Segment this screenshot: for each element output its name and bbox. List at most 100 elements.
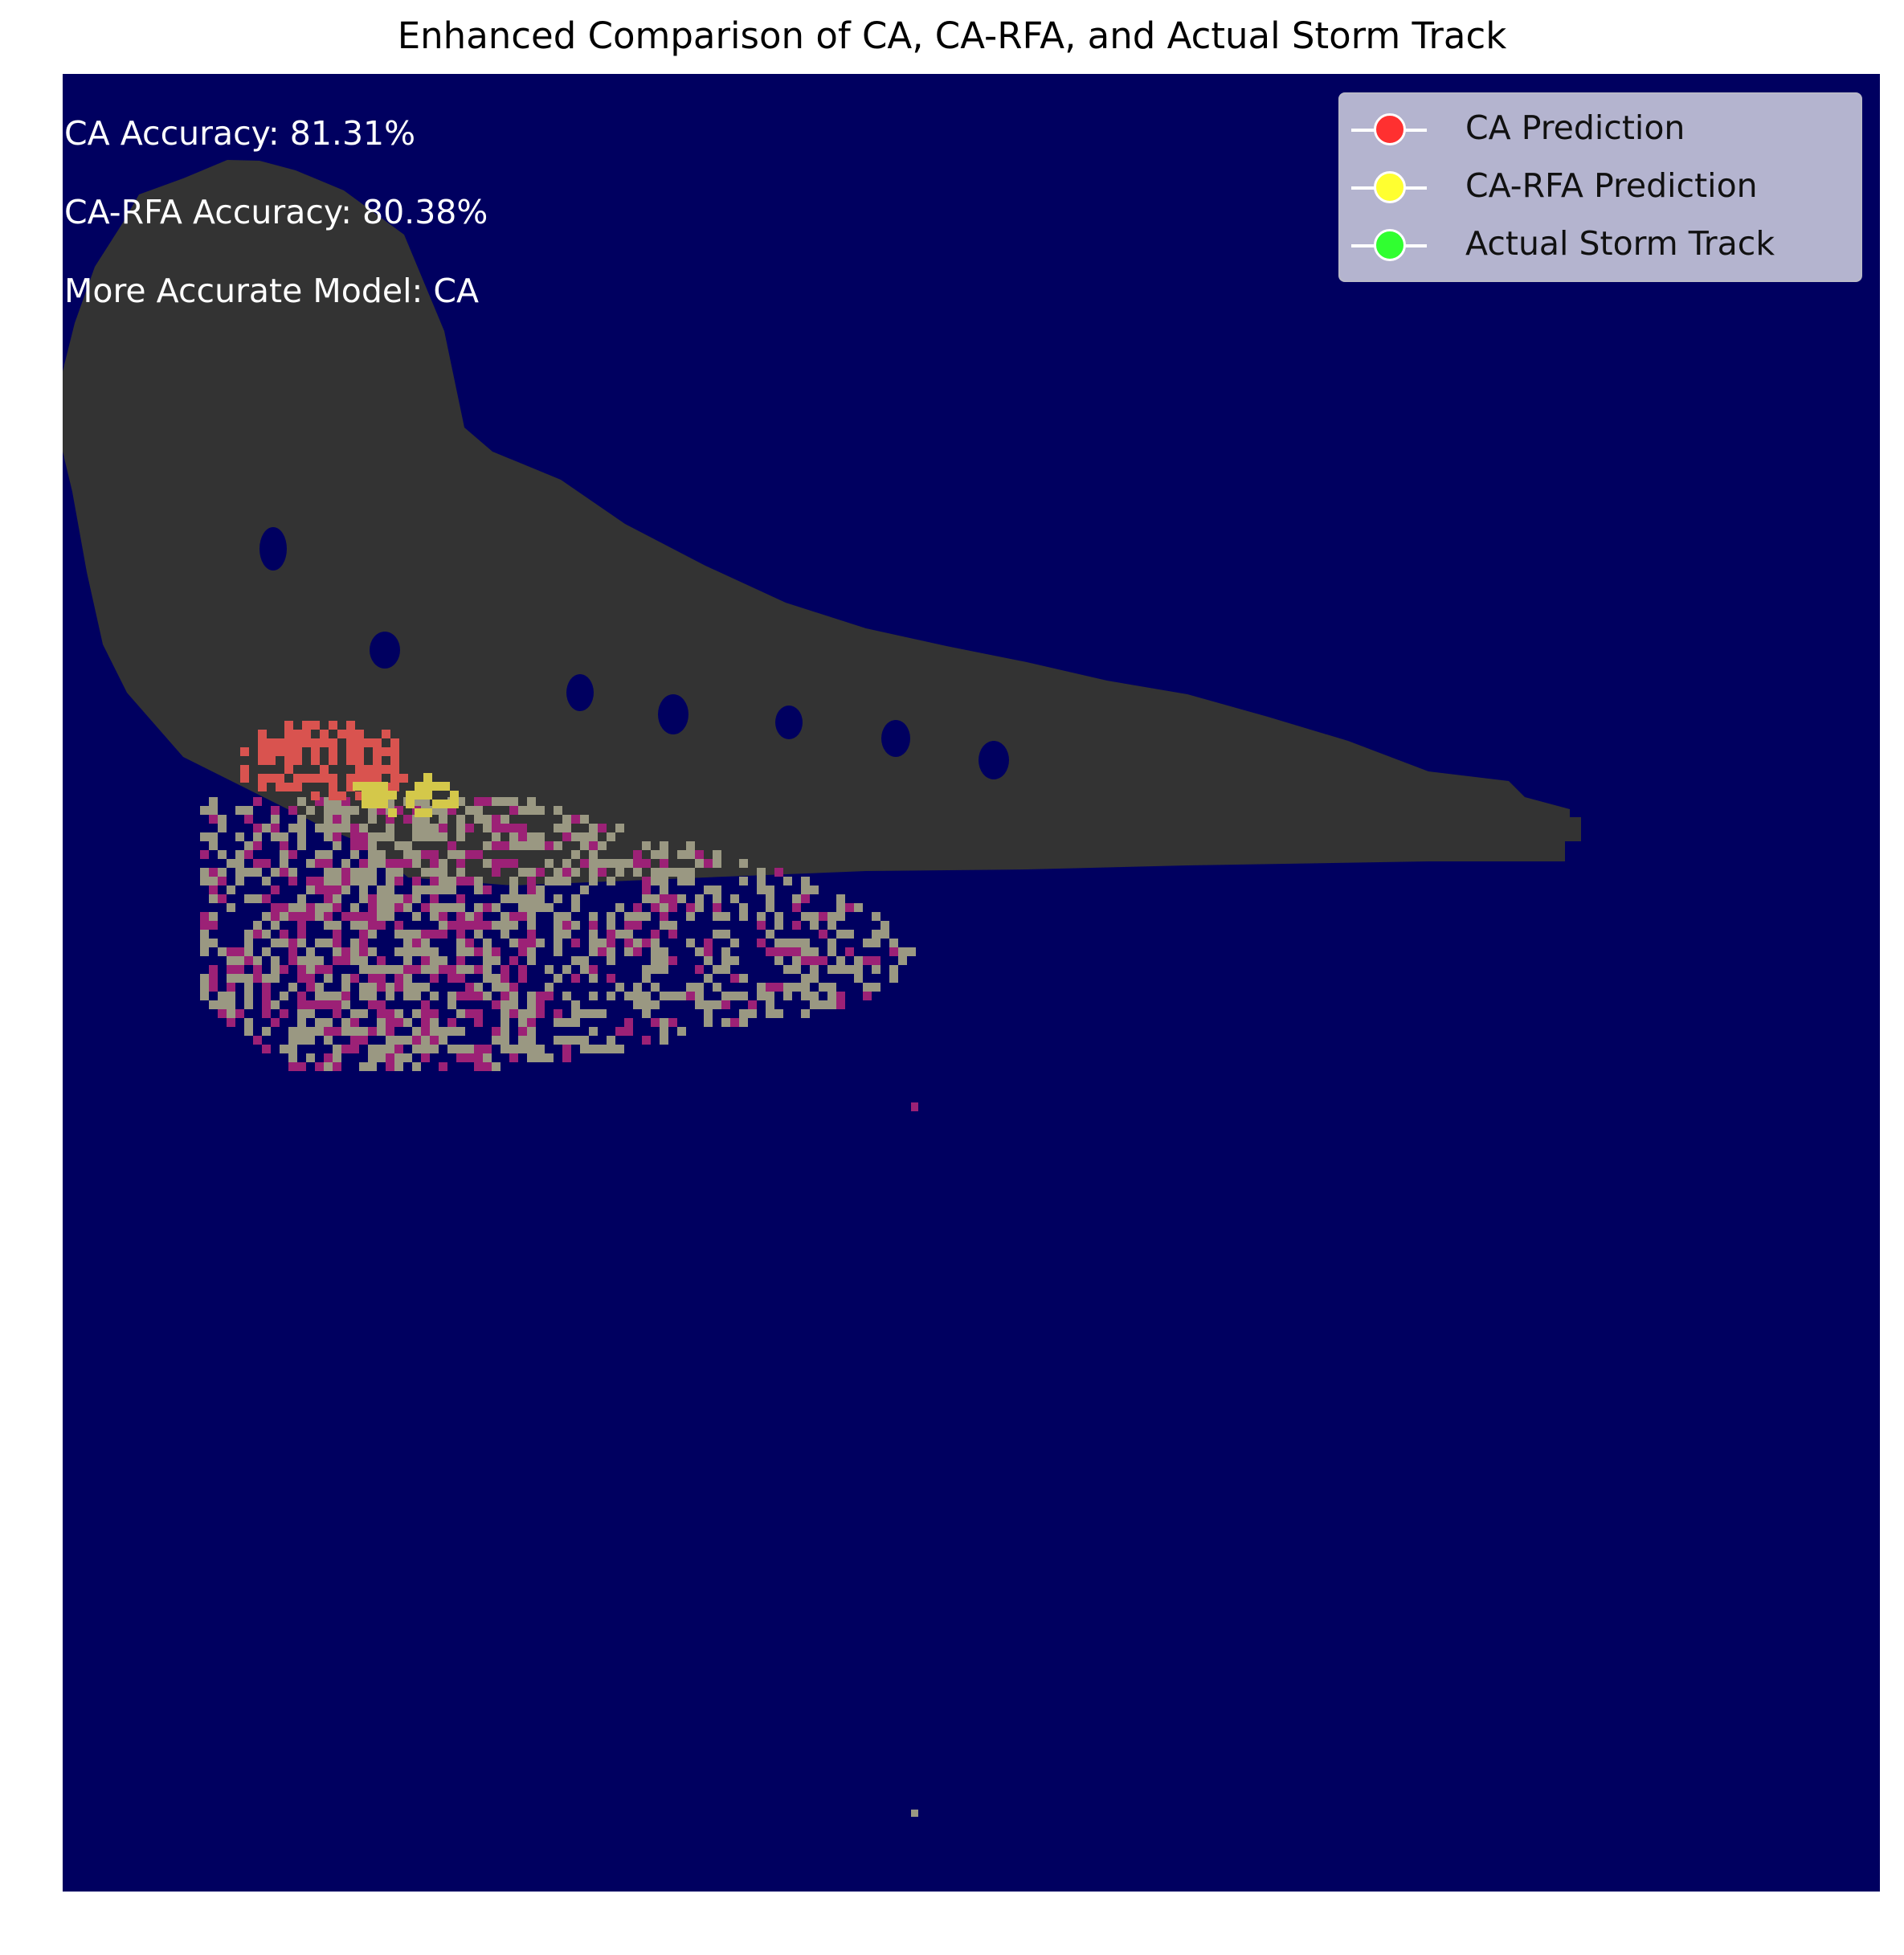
track-cell <box>271 939 280 947</box>
track-cell <box>660 992 668 1000</box>
track-cell <box>359 921 368 930</box>
track-cell <box>324 806 333 815</box>
track-ca-cell <box>536 1009 545 1018</box>
track-cell <box>288 1045 297 1053</box>
track-cell <box>536 832 545 841</box>
track-cell <box>235 850 244 859</box>
track-cell <box>660 885 668 894</box>
track-cell <box>368 868 377 877</box>
track-ca-cell <box>412 877 421 885</box>
track-ca-cell <box>465 877 474 885</box>
track-cell <box>713 885 721 894</box>
track-ca-cell <box>465 1053 474 1062</box>
track-cell <box>836 912 845 921</box>
track-cell <box>783 877 792 885</box>
ca-overlap-cell <box>302 774 311 783</box>
track-cell <box>474 903 483 912</box>
track-ca-cell <box>209 983 218 992</box>
track-cell <box>766 885 774 894</box>
track-cell <box>262 947 271 956</box>
track-cell <box>394 1009 403 1018</box>
track-ca-cell <box>713 903 721 912</box>
track-ca-cell <box>668 1018 677 1027</box>
ca-rfa-overlap-cell <box>406 800 415 808</box>
track-ca-cell <box>704 859 713 868</box>
ca-overlap-cell <box>382 747 390 756</box>
track-ca-cell <box>509 983 518 992</box>
track-ca-cell <box>483 903 492 912</box>
ca-overlap-cell <box>276 747 284 756</box>
track-cell <box>536 841 545 850</box>
ca-overlap-cell <box>373 765 382 774</box>
track-ca-cell <box>253 797 262 806</box>
track-cell <box>713 894 721 903</box>
ca-overlap-cell <box>293 730 302 738</box>
track-cell <box>562 965 571 974</box>
track-cell <box>651 947 660 956</box>
track-cell <box>774 921 783 930</box>
track-cell <box>200 877 209 885</box>
track-cell <box>315 1027 324 1036</box>
track-cell <box>492 956 501 965</box>
track-ca-cell <box>474 1009 483 1018</box>
track-ca-cell <box>227 965 235 974</box>
track-cell <box>695 859 704 868</box>
track-ca-cell <box>439 824 447 832</box>
track-cell <box>589 930 598 939</box>
track-cell <box>244 939 253 947</box>
track-ca-cell <box>350 832 359 841</box>
track-cell <box>218 850 227 859</box>
track-ca-cell <box>633 947 642 956</box>
track-cell <box>509 894 518 903</box>
track-cell <box>792 894 801 903</box>
track-ca-cell <box>359 947 368 956</box>
ca-rfa-overlap-cell <box>353 782 362 791</box>
track-cell <box>501 1000 509 1009</box>
track-ca-cell <box>209 974 218 983</box>
track-cell <box>483 859 492 868</box>
ca-overlap-cell <box>311 791 320 800</box>
track-ca-cell <box>262 1045 271 1053</box>
track-cell <box>792 983 801 992</box>
track-ca-cell <box>430 1036 439 1045</box>
track-ca-cell <box>447 921 456 930</box>
track-cell <box>527 956 536 965</box>
track-cell <box>421 868 430 877</box>
ca-overlap-cell <box>329 747 337 756</box>
track-ca-cell <box>324 1027 333 1036</box>
track-cell <box>209 877 218 885</box>
track-cell <box>872 965 880 974</box>
track-cell <box>244 806 253 815</box>
track-cell <box>810 912 819 921</box>
ca-overlap-cell <box>293 747 302 756</box>
track-cell <box>562 859 571 868</box>
ca-overlap-cell <box>346 738 355 747</box>
track-cell <box>483 947 492 956</box>
ca-overlap-cell <box>284 721 293 730</box>
track-cell <box>386 894 394 903</box>
ca-rfa-overlap-cell <box>450 791 459 800</box>
track-cell <box>244 868 253 877</box>
track-cell <box>412 850 421 859</box>
track-ca-cell <box>456 877 465 885</box>
track-cell <box>801 912 810 921</box>
track-ca-cell <box>571 939 580 947</box>
track-ca-cell <box>315 1062 324 1071</box>
track-cell <box>580 841 589 850</box>
track-ca-cell <box>386 1062 394 1071</box>
track-ca-cell <box>456 921 465 930</box>
track-cell <box>386 868 394 877</box>
track-ca-cell <box>359 939 368 947</box>
track-cell <box>412 1009 421 1018</box>
track-ca-cell <box>280 930 288 939</box>
track-ca-cell <box>271 806 280 815</box>
track-cell <box>686 868 695 877</box>
track-ca-cell <box>668 930 677 939</box>
track-cell <box>554 1018 562 1027</box>
legend-label-actual: Actual Storm Track <box>1465 224 1775 263</box>
track-cell <box>651 956 660 965</box>
track-cell <box>660 868 668 877</box>
track-cell <box>695 947 704 956</box>
track-ca-cell <box>324 885 333 894</box>
track-cell <box>421 885 430 894</box>
